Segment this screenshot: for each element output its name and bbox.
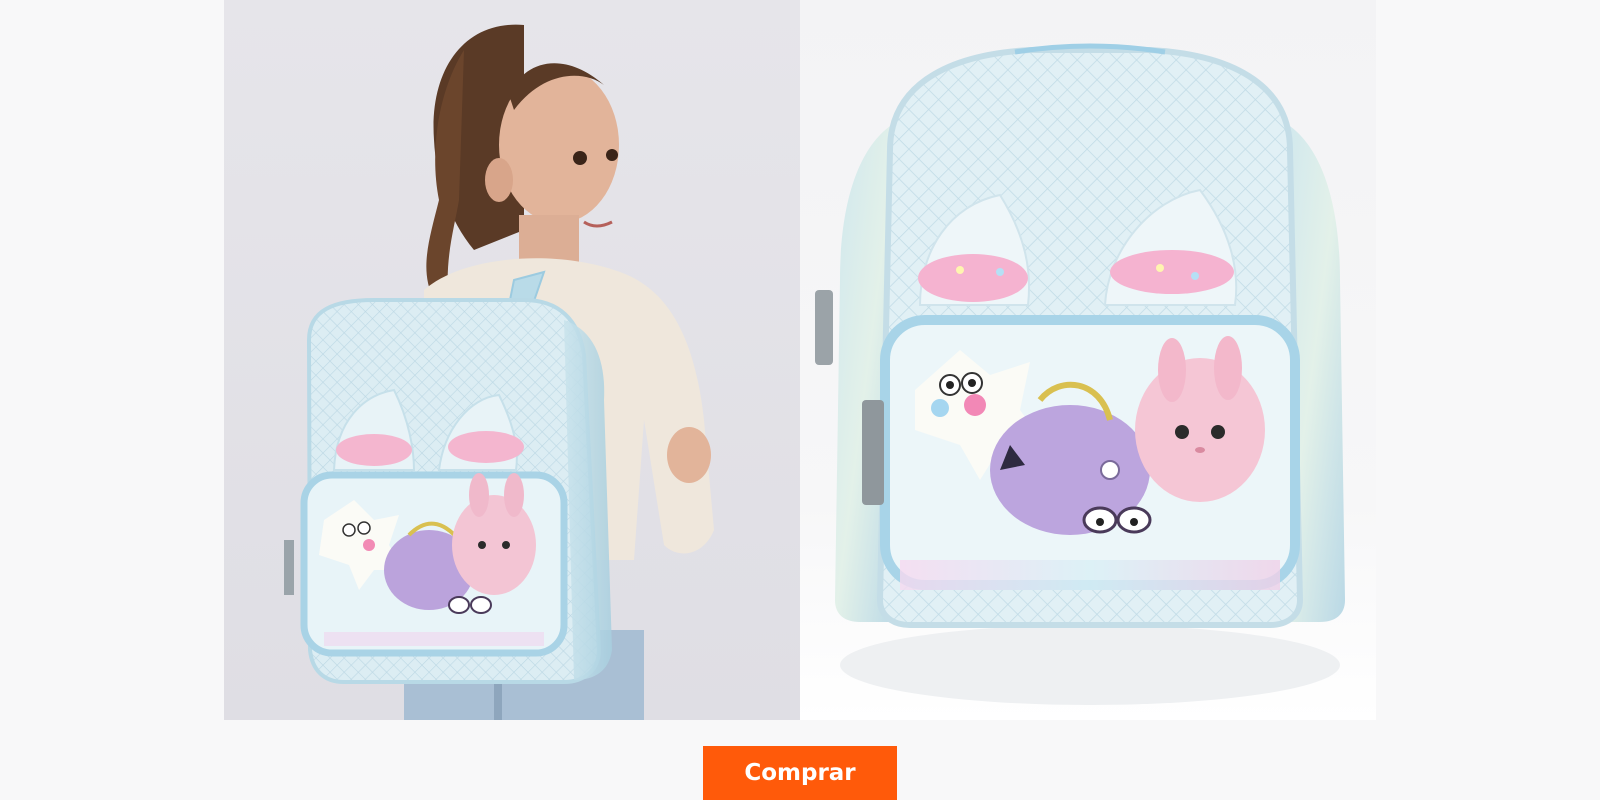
product-image-backpack[interactable] <box>800 0 1376 720</box>
product-image-model[interactable] <box>224 0 800 720</box>
product-gallery <box>224 0 1376 720</box>
product-page: Comprar <box>0 0 1600 800</box>
buy-button[interactable]: Comprar <box>703 746 897 800</box>
backpack-product-photo <box>815 43 1345 705</box>
child-wearing-backpack-photo <box>284 24 714 720</box>
